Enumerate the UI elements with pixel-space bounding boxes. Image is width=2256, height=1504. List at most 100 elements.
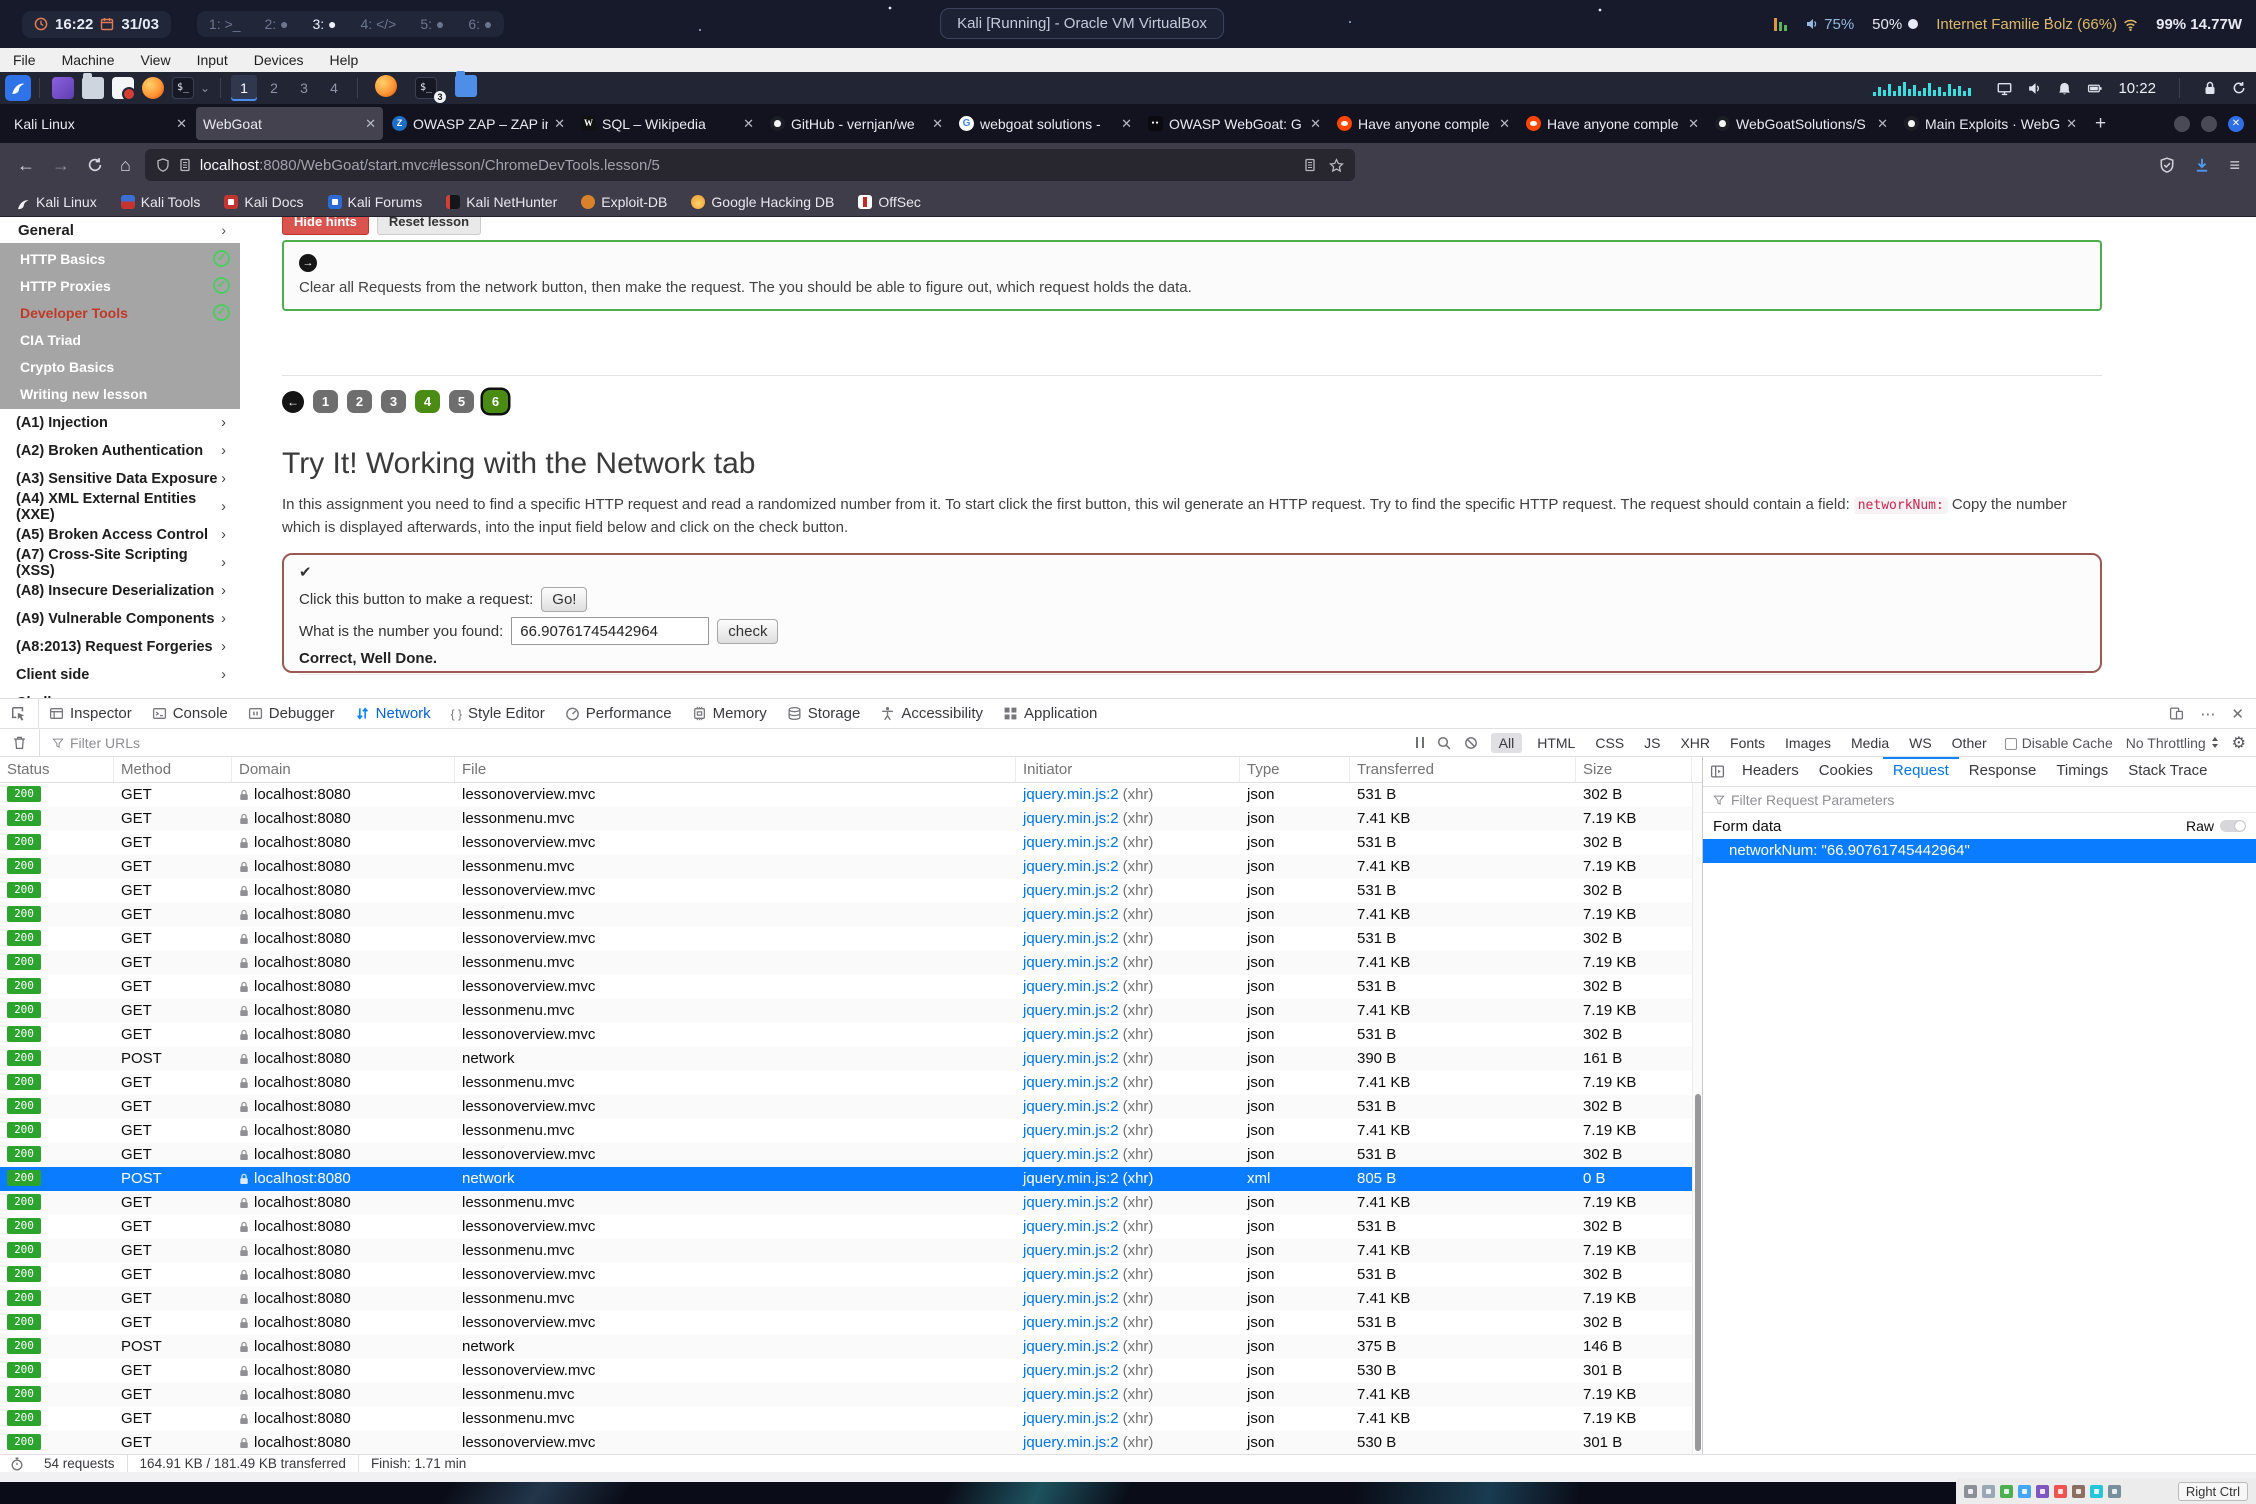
host-workspace[interactable]: 6: ● (468, 16, 492, 32)
host-volume[interactable]: 75% (1805, 16, 1854, 33)
optical-drives-icon[interactable] (1982, 1485, 1995, 1498)
bookmark-nethunter[interactable]: Kali NetHunter (446, 194, 557, 210)
page-button[interactable]: 2 (347, 390, 372, 413)
scrollbar-thumb[interactable] (1695, 1094, 1701, 1451)
initiator-link[interactable]: jquery.min.js:2 (1023, 930, 1119, 947)
answer-input[interactable] (511, 617, 709, 645)
network-request-row[interactable]: 200GETlocalhost:8080lessonoverview.mvcjq… (0, 1311, 1692, 1335)
tab-close-icon[interactable]: ✕ (932, 116, 943, 132)
network-request-row[interactable]: 200GETlocalhost:8080lessonoverview.mvcjq… (0, 1431, 1692, 1454)
clear-requests-icon[interactable] (12, 735, 27, 750)
form-data-param[interactable]: networkNum: "66.90761745442964" (1703, 839, 2256, 863)
new-tab-button[interactable]: + (2085, 113, 2116, 135)
network-request-row[interactable]: 200GETlocalhost:8080lessonmenu.mvcjquery… (0, 999, 1692, 1023)
initiator-link[interactable]: jquery.min.js:2 (1023, 1098, 1119, 1115)
host-workspace-switcher[interactable]: 1: >_2: ●3: ●4: </>5: ●6: ● (197, 11, 504, 37)
panel-tab-response[interactable]: Response (1959, 757, 2047, 787)
tab-close-icon[interactable]: ✕ (1310, 116, 1321, 132)
network-request-row[interactable]: 200GETlocalhost:8080lessonmenu.mvcjquery… (0, 1239, 1692, 1263)
recording-icon[interactable] (2090, 1485, 2103, 1498)
throttling-select[interactable]: No Throttling (2126, 735, 2219, 751)
initiator-link[interactable]: jquery.min.js:2 (1023, 906, 1119, 923)
panel-tab-cookies[interactable]: Cookies (1809, 757, 1883, 787)
initiator-link[interactable]: jquery.min.js:2 (1023, 1146, 1119, 1163)
display-icon[interactable] (1997, 81, 2012, 96)
initiator-link[interactable]: jquery.min.js:2 (1023, 882, 1119, 899)
type-filter-images[interactable]: Images (1780, 733, 1836, 753)
files-app-icon[interactable] (52, 77, 74, 99)
initiator-link[interactable]: jquery.min.js:2 (1023, 1194, 1119, 1211)
devtools-tab-inspector[interactable]: Inspector (39, 699, 142, 729)
network-request-row[interactable]: 200GETlocalhost:8080lessonoverview.mvcjq… (0, 831, 1692, 855)
host-workspace[interactable]: 5: ● (420, 16, 444, 32)
initiator-link[interactable]: jquery.min.js:2 (1023, 1362, 1119, 1379)
initiator-link[interactable]: jquery.min.js:2 (1023, 858, 1119, 875)
terminal-launcher-icon[interactable]: $_ (172, 77, 194, 99)
logout-icon[interactable] (2232, 81, 2246, 95)
network-request-row[interactable]: 200GETlocalhost:8080lessonmenu.mvcjquery… (0, 1383, 1692, 1407)
network-request-row[interactable]: 200GETlocalhost:8080lessonmenu.mvcjquery… (0, 1287, 1692, 1311)
network-request-row[interactable]: 200POSTlocalhost:8080networkjquery.min.j… (0, 1167, 1692, 1191)
browser-tab[interactable]: Have anyone comple✕ (1330, 107, 1517, 140)
running-terminal-icon[interactable]: $_ 3 (411, 77, 441, 99)
collapse-panel-icon[interactable] (1710, 764, 1725, 779)
page-button[interactable]: 6 (483, 390, 508, 413)
site-info-icon[interactable] (178, 158, 192, 172)
column-header-method[interactable]: Method (114, 757, 232, 782)
column-header-size[interactable]: Size (1576, 757, 1692, 782)
battery-icon[interactable] (2087, 81, 2103, 96)
browser-tab[interactable]: WebGoatSolutions/S✕ (1708, 107, 1895, 140)
page-button[interactable]: 1 (313, 390, 338, 413)
initiator-link[interactable]: jquery.min.js:2 (1023, 1050, 1119, 1067)
initiator-link[interactable]: jquery.min.js:2 (1023, 1242, 1119, 1259)
sidebar-lesson-item[interactable]: CIA Triad (0, 326, 240, 353)
maximize-button[interactable] (2201, 116, 2217, 132)
sidebar-lesson-item[interactable]: HTTP Basics✓ (0, 245, 240, 272)
network-request-row[interactable]: 200GETlocalhost:8080lessonoverview.mvcjq… (0, 927, 1692, 951)
initiator-link[interactable]: jquery.min.js:2 (1023, 810, 1119, 827)
bookmark-exploitdb[interactable]: Exploit-DB (581, 194, 667, 210)
devtools-tab-console[interactable]: Console (142, 699, 238, 729)
panel-tab-request[interactable]: Request (1883, 757, 1959, 787)
host-network[interactable]: Internet Familie Bolz (66%) (1936, 16, 2138, 33)
check-button[interactable]: check (717, 619, 778, 644)
initiator-link[interactable]: jquery.min.js:2 (1023, 1266, 1119, 1283)
browser-tab[interactable]: ●●OWASP WebGoat: G✕ (1141, 107, 1328, 140)
go-button[interactable]: Go! (541, 587, 587, 612)
panel-tab-headers[interactable]: Headers (1732, 757, 1809, 787)
url-bar[interactable]: localhost:8080/WebGoat/start.mvc#lesson/… (145, 149, 1355, 181)
workspace-button[interactable]: 1 (231, 75, 257, 101)
lock-screen-icon[interactable] (2203, 81, 2217, 95)
type-filter-css[interactable]: CSS (1590, 733, 1629, 753)
filter-urls-input[interactable]: Filter URLs (52, 735, 140, 751)
initiator-link[interactable]: jquery.min.js:2 (1023, 1170, 1119, 1187)
devtools-close-icon[interactable]: ✕ (2231, 705, 2244, 723)
table-scrollbar[interactable] (1692, 783, 1702, 1454)
devtools-tab-performance[interactable]: Performance (555, 699, 682, 729)
page-button[interactable]: 3 (381, 390, 406, 413)
tab-close-icon[interactable]: ✕ (1877, 116, 1888, 132)
initiator-link[interactable]: jquery.min.js:2 (1023, 1002, 1119, 1019)
column-header-file[interactable]: File (455, 757, 1016, 782)
vbox-menu-devices[interactable]: Devices (241, 50, 317, 70)
browser-tab[interactable]: WSQL – Wikipedia✕ (574, 107, 761, 140)
audio-icon[interactable] (2000, 1485, 2013, 1498)
sidebar-category[interactable]: (A4) XML External Entities (XXE)› (0, 493, 240, 521)
network-request-row[interactable]: 200GETlocalhost:8080lessonoverview.mvcjq… (0, 783, 1692, 807)
kali-menu-button[interactable] (5, 75, 31, 101)
menu-hamburger-icon[interactable]: ≡ (2229, 155, 2240, 176)
devtools-tab-accessibility[interactable]: Accessibility (870, 699, 993, 729)
mouse-integration-icon[interactable] (2108, 1485, 2121, 1498)
filter-request-parameters-input[interactable]: Filter Request Parameters (1703, 787, 2256, 813)
tab-close-icon[interactable]: ✕ (1121, 116, 1132, 132)
forward-button[interactable]: → (52, 155, 70, 176)
hint-arrow-icon[interactable]: → (299, 254, 317, 272)
sidebar-lesson-item[interactable]: Writing new lesson (0, 380, 240, 407)
workspace-button[interactable]: 4 (321, 75, 347, 101)
network-request-row[interactable]: 200POSTlocalhost:8080networkjquery.min.j… (0, 1047, 1692, 1071)
type-filter-js[interactable]: JS (1639, 733, 1665, 753)
browser-tab[interactable]: WebGoat✕ (196, 107, 383, 140)
column-header-domain[interactable]: Domain (232, 757, 455, 782)
sidebar-lesson-item[interactable]: HTTP Proxies✓ (0, 272, 240, 299)
devtools-tab-debugger[interactable]: Debugger (238, 699, 345, 729)
